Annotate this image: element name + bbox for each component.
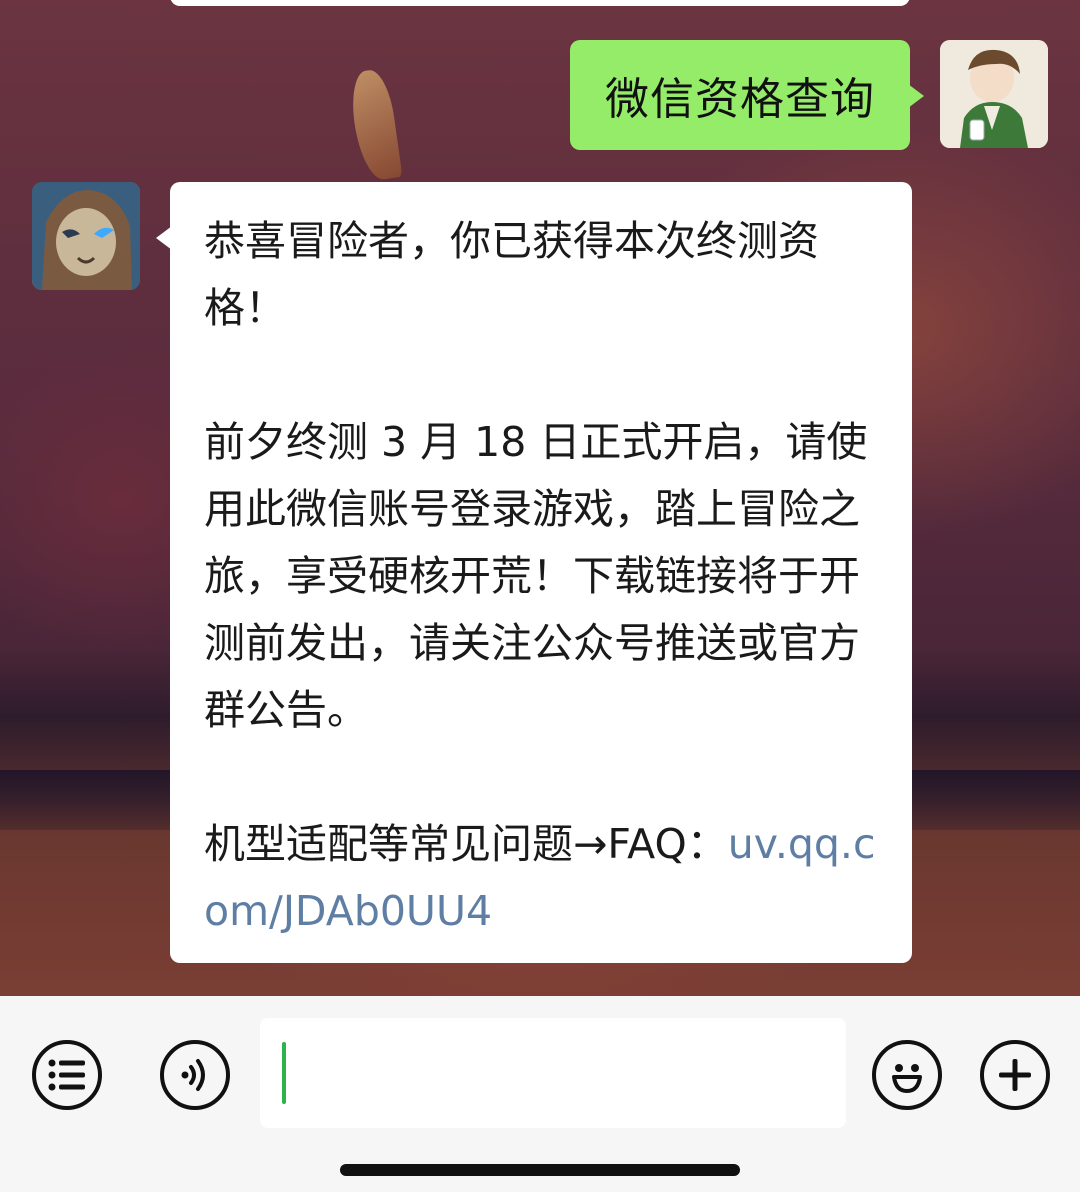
outgoing-message-bubble[interactable]: 微信资格查询 (570, 40, 924, 150)
emoji-icon (892, 1064, 922, 1093)
faq-prefix: 机型适配等常见问题→FAQ： (204, 820, 728, 868)
user-portrait-icon (940, 40, 1048, 148)
my-avatar[interactable] (940, 40, 1048, 148)
message-paragraph-details: 前夕终测 3 月 18 日正式开启，请使用此微信账号登录游戏，踏上冒险之旅，享受… (204, 418, 868, 734)
incoming-message-bubble[interactable]: 恭喜冒险者，你已获得本次终测资格！ 前夕终测 3 月 18 日正式开启，请使用此… (156, 182, 912, 963)
bot-avatar[interactable] (32, 182, 140, 290)
menu-list-icon (48, 1059, 85, 1091)
voice-icon (181, 1059, 205, 1091)
previous-message-bubble (170, 0, 910, 6)
menu-button[interactable] (32, 1040, 102, 1110)
message-paragraph-greeting: 恭喜冒险者，你已获得本次终测资格！ (204, 217, 819, 332)
plus-icon (999, 1059, 1031, 1091)
text-caret (282, 1042, 286, 1104)
chat-screen: 微信资格查询 恭喜冒险者，你已获得本次终测资格！ 前夕终测 3 月 18 日正式… (0, 0, 1080, 1192)
voice-button[interactable] (160, 1040, 230, 1110)
home-indicator[interactable] (340, 1164, 740, 1176)
message-input[interactable] (260, 1018, 846, 1128)
more-button[interactable] (980, 1040, 1050, 1110)
message-paragraph-faq: 机型适配等常见问题→FAQ：uv.qq.com/JDAb0UU4 (204, 811, 878, 945)
emoji-button[interactable] (872, 1040, 942, 1110)
outgoing-message-text: 微信资格查询 (605, 74, 875, 125)
lion-warrior-icon (32, 182, 140, 290)
